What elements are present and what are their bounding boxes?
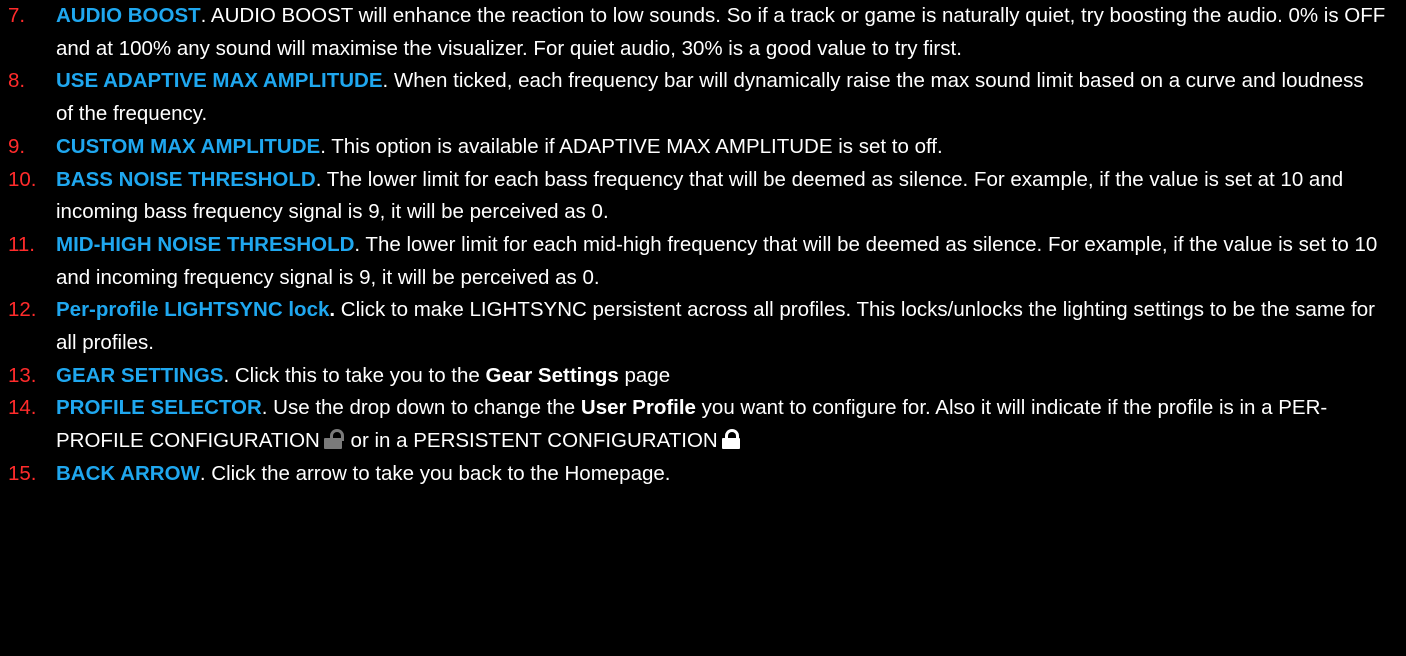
unlocked-padlock-icon	[323, 429, 344, 450]
list-item-gear-settings: 13. GEAR SETTINGS. Click this to take you…	[0, 360, 1406, 393]
item-number: 10.	[8, 167, 37, 191]
item-title: CUSTOM MAX AMPLITUDE	[56, 134, 321, 158]
item-description: . This option is available if ADAPTIVE M…	[320, 134, 943, 158]
item-number: 13.	[8, 363, 37, 387]
item-number: 12.	[8, 298, 37, 322]
item-title: BASS NOISE THRESHOLD	[56, 167, 316, 191]
locked-padlock-icon	[721, 429, 740, 450]
item-number: 11.	[8, 232, 35, 256]
item-bold-term: Gear Settings	[485, 363, 619, 387]
item-title: BACK ARROW	[56, 461, 200, 485]
item-title: USE ADAPTIVE MAX AMPLITUDE	[56, 69, 383, 93]
item-description: . Use the drop down to change the	[261, 396, 581, 420]
item-title: Per-profile LIGHTSYNC lock	[56, 298, 330, 322]
item-number: 7.	[8, 4, 26, 27]
item-description-after: page	[618, 363, 671, 387]
list-item-custom-max-amplitude: 9. CUSTOM MAX AMPLITUDE. This option is a…	[0, 131, 1406, 164]
list-item-bass-noise-threshold: 10. BASS NOISE THRESHOLD. The lower limit…	[0, 164, 1406, 229]
item-title: PROFILE SELECTOR	[56, 396, 262, 420]
item-description: . AUDIO BOOST will enhance the reaction …	[56, 4, 1386, 60]
manual-page: 7. AUDIO BOOST. AUDIO BOOST will enhance …	[0, 0, 1406, 656]
item-description-mid: or in a PERSISTENT CONFIGURATION	[344, 429, 718, 453]
item-bold-term: User Profile	[580, 396, 696, 420]
item-number: 8.	[8, 69, 26, 93]
item-description: . Click the arrow to take you back to th…	[199, 461, 671, 485]
item-title: AUDIO BOOST	[56, 4, 201, 27]
list-item-lightsync-lock: 12. Per-profile LIGHTSYNC lock. Click to …	[0, 294, 1406, 359]
item-number: 15.	[8, 461, 37, 485]
list-item-adaptive-max-amplitude: 8. USE ADAPTIVE MAX AMPLITUDE. When ticke…	[0, 65, 1406, 130]
item-title: GEAR SETTINGS	[56, 363, 224, 387]
list-item-mid-high-noise-threshold: 11. MID-HIGH NOISE THRESHOLD. The lower l…	[0, 229, 1406, 294]
item-title: MID-HIGH NOISE THRESHOLD	[56, 232, 355, 256]
list-item-back-arrow: 15. BACK ARROW. Click the arrow to take y…	[0, 458, 1406, 491]
item-description: . Click this to take you to the	[223, 363, 486, 387]
item-number: 9.	[8, 134, 26, 158]
list-item-profile-selector: 14. PROFILE SELECTOR. Use the drop down t…	[0, 392, 1406, 457]
item-number: 14.	[8, 396, 37, 420]
list-item-audio-boost: 7. AUDIO BOOST. AUDIO BOOST will enhance …	[0, 0, 1406, 65]
